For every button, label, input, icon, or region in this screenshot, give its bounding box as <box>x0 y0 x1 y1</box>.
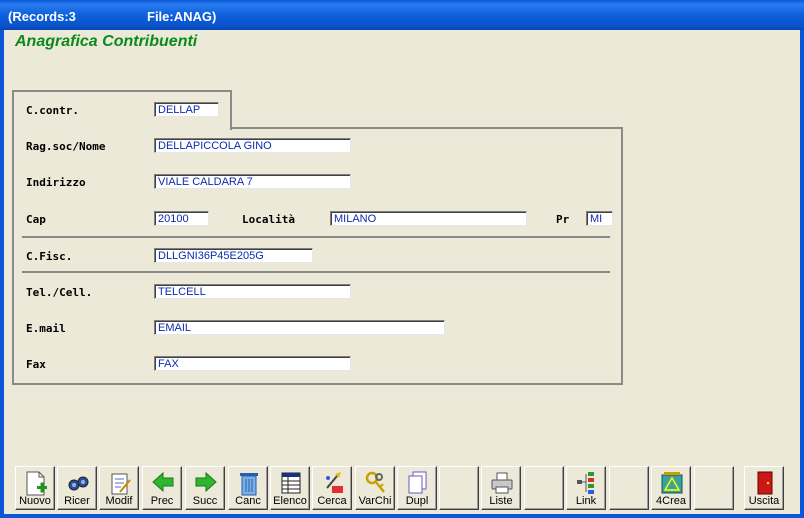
trash-icon <box>240 473 258 496</box>
c-fisc-field[interactable]: DLLGNI36P45E205G <box>154 248 313 263</box>
c-contr-label: C.contr. <box>26 104 79 117</box>
new-document-icon <box>26 471 47 496</box>
empty-button[interactable] <box>524 466 564 510</box>
nuovo-label: Nuovo <box>19 495 51 507</box>
varchi-label: VarChi <box>358 495 392 507</box>
uscita-label: Uscita <box>748 495 780 507</box>
4crea-button[interactable]: 4Crea <box>651 466 691 510</box>
succ-label: Succ <box>192 495 218 507</box>
file-name: File:ANAG) <box>147 9 217 24</box>
cap-field[interactable]: 20100 <box>154 211 209 226</box>
form-panel <box>12 127 623 385</box>
localita-label: Località <box>242 213 295 226</box>
email-field[interactable]: EMAIL <box>154 320 445 335</box>
window-frame-right <box>800 30 804 518</box>
keys-icon <box>365 471 385 493</box>
c-fisc-label: C.Fisc. <box>26 250 73 263</box>
link-button[interactable]: Link <box>566 466 606 510</box>
elenco-button[interactable]: Elenco <box>270 466 310 510</box>
search-icon <box>326 472 343 493</box>
dupl-button[interactable]: Dupl <box>397 466 437 510</box>
tel-field[interactable]: TELCELL <box>154 284 351 299</box>
canc-label: Canc <box>235 495 261 507</box>
c-contr-field[interactable]: DELLAP <box>154 102 219 117</box>
cap-label: Cap <box>26 213 46 226</box>
fax-label: Fax <box>26 358 46 371</box>
indirizzo-field[interactable]: VIALE CALDARA 7 <box>154 174 351 189</box>
rag-soc-label: Rag.soc/Nome <box>26 140 106 153</box>
empty-button[interactable] <box>694 466 734 510</box>
prec-button[interactable]: Prec <box>142 466 182 510</box>
succ-button[interactable]: Succ <box>185 466 225 510</box>
prec-label: Prec <box>150 495 174 507</box>
elenco-label: Elenco <box>273 495 307 507</box>
canc-button[interactable]: Canc <box>228 466 268 510</box>
tree-icon <box>577 472 594 494</box>
modif-button[interactable]: Modif <box>99 466 139 510</box>
ricer-label: Ricer <box>64 495 90 507</box>
records-count: (Records:3 <box>8 9 76 24</box>
window-frame-left <box>0 30 4 518</box>
cerca-label: Cerca <box>317 495 347 507</box>
pr-label: Pr <box>556 213 570 226</box>
title-bar: (Records:3 File:ANAG) <box>0 0 804 30</box>
ricer-button[interactable]: Ricer <box>57 466 97 510</box>
localita-field[interactable]: MILANO <box>330 211 527 226</box>
arrow-left-icon <box>152 471 174 493</box>
pr-field[interactable]: MI <box>586 211 613 226</box>
varchi-button[interactable]: VarChi <box>355 466 395 510</box>
edit-document-icon <box>111 473 131 495</box>
separator <box>22 271 610 273</box>
fax-field[interactable]: FAX <box>154 356 351 371</box>
cerca-button[interactable]: Cerca <box>312 466 352 510</box>
arrow-right-icon <box>195 471 217 493</box>
toolbar: Nuovo Ricer Modif Prec Succ Canc Elenco … <box>4 462 800 514</box>
duplicate-icon <box>408 471 427 494</box>
rag-soc-field[interactable]: DELLAPICCOLA GINO <box>154 138 351 153</box>
design-icon <box>661 472 683 494</box>
separator <box>22 236 610 238</box>
dupl-label: Dupl <box>405 495 429 507</box>
liste-label: Liste <box>489 495 513 507</box>
tel-label: Tel./Cell. <box>26 286 93 299</box>
uscita-button[interactable]: Uscita <box>744 466 784 510</box>
indirizzo-label: Indirizzo <box>26 176 86 189</box>
window-frame-bottom <box>0 514 804 518</box>
printer-icon <box>491 472 513 494</box>
empty-button[interactable] <box>609 466 649 510</box>
link-label: Link <box>575 495 597 507</box>
4crea-label: 4Crea <box>656 495 686 507</box>
exit-door-icon <box>757 471 773 495</box>
liste-button[interactable]: Liste <box>481 466 521 510</box>
binoculars-icon <box>68 476 89 491</box>
email-label: E.mail <box>26 322 66 335</box>
form-title: Anagrafica Contribuenti <box>15 33 198 50</box>
list-icon <box>281 472 301 494</box>
modif-label: Modif <box>105 495 133 507</box>
empty-button[interactable] <box>439 466 479 510</box>
nuovo-button[interactable]: Nuovo <box>15 466 55 510</box>
